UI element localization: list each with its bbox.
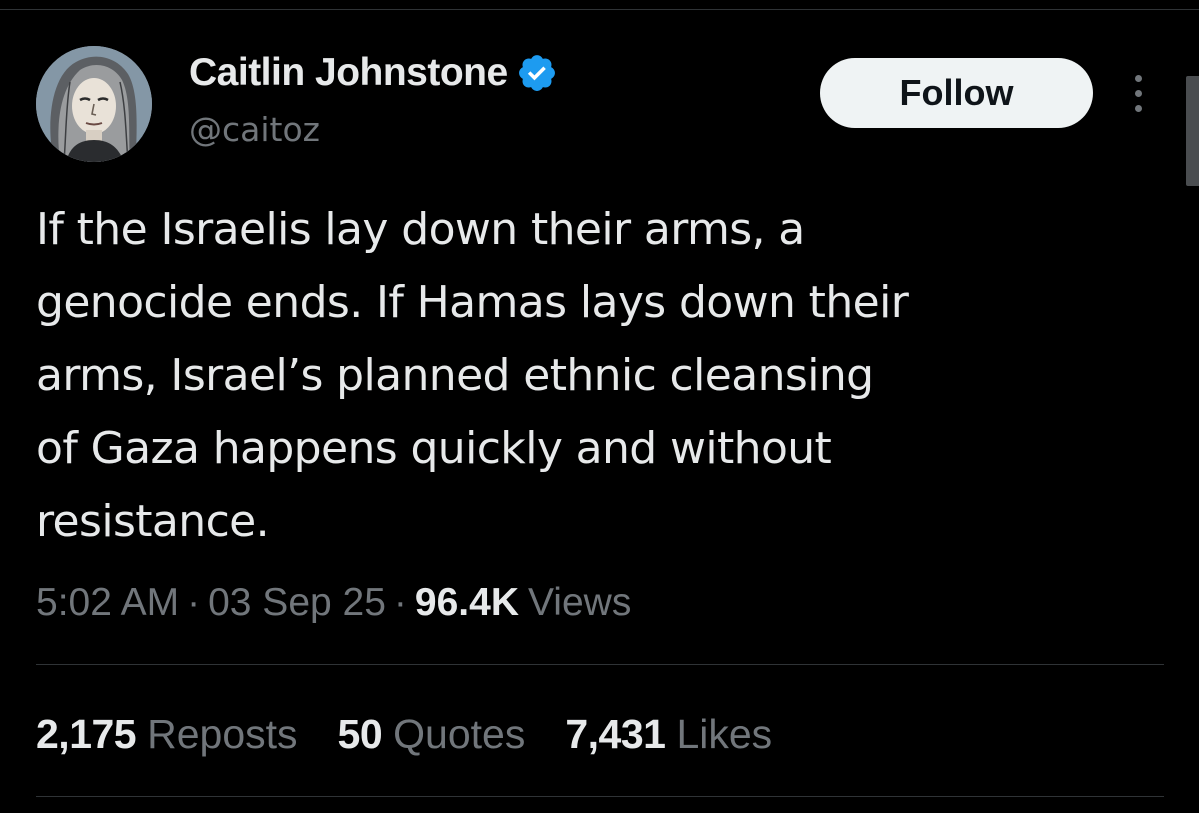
more-vertical-icon-dot [1134, 89, 1142, 97]
author-handle[interactable]: @caitoz [189, 110, 320, 149]
quotes-count: 50 [337, 710, 383, 757]
reposts-count: 2,175 [36, 710, 137, 757]
more-vertical-icon-dot [1134, 74, 1142, 82]
avatar[interactable] [36, 46, 152, 162]
likes-label: Likes [676, 710, 773, 757]
views-count: 96.4K [414, 581, 519, 624]
display-name[interactable]: Caitlin Johnstone [189, 51, 508, 95]
quotes-label: Quotes [393, 710, 526, 757]
more-vertical-icon-dot [1134, 104, 1142, 112]
divider [36, 796, 1164, 797]
divider [36, 664, 1164, 665]
reposts-stat[interactable]: 2,175 Reposts [36, 711, 298, 758]
likes-count: 7,431 [565, 710, 666, 757]
engagement-stats: 2,175 Reposts 50 Quotes 7,431 Likes [36, 706, 812, 762]
avatar-portrait-image [36, 46, 152, 162]
meta-separator: · [187, 581, 201, 624]
scrollbar-thumb[interactable] [1186, 76, 1199, 186]
author-name-row: Caitlin Johnstone [189, 50, 558, 96]
follow-button[interactable]: Follow [820, 58, 1093, 128]
reposts-label: Reposts [147, 710, 298, 757]
tweet-meta: 5:02 AM · 03 Sep 25 · 96.4K Views [36, 576, 631, 630]
meta-separator: · [393, 581, 407, 624]
tweet-date[interactable]: 03 Sep 25 [208, 581, 386, 625]
tweet-time[interactable]: 5:02 AM [36, 581, 179, 625]
verified-badge-icon[interactable] [516, 52, 558, 94]
more-options-button[interactable] [1120, 70, 1156, 116]
tweet-text: If the Israelis lay down their arms, a g… [36, 204, 909, 547]
top-divider [0, 9, 1199, 10]
quotes-stat[interactable]: 50 Quotes [338, 711, 526, 758]
likes-stat[interactable]: 7,431 Likes [565, 711, 772, 758]
views-label: Views [528, 581, 632, 624]
